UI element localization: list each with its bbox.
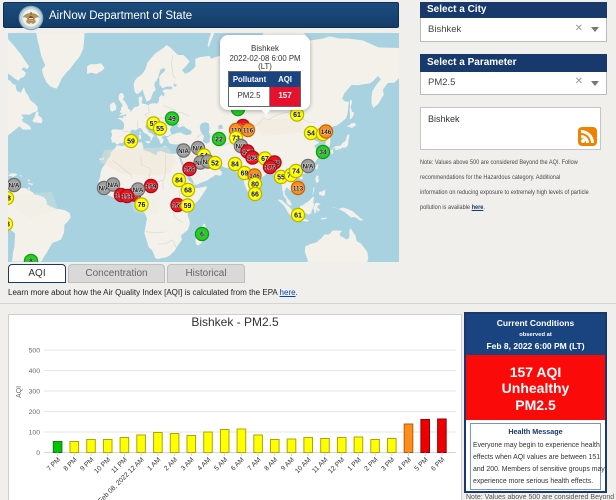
svg-text:61: 61 [294, 212, 302, 219]
svg-text:8: 8 [29, 258, 33, 262]
svg-text:159: 159 [146, 183, 157, 190]
svg-text:116: 116 [243, 127, 254, 134]
svg-text:6: 6 [200, 231, 204, 238]
svg-text:66: 66 [251, 191, 259, 198]
svg-text:76: 76 [138, 202, 146, 209]
svg-text:54: 54 [307, 130, 315, 137]
svg-text:58: 58 [8, 221, 10, 228]
svg-text:61: 61 [293, 112, 301, 119]
svg-text:151: 151 [122, 193, 133, 200]
svg-text:55: 55 [156, 126, 164, 133]
svg-text:175: 175 [265, 164, 276, 171]
svg-text:N/A: N/A [178, 148, 189, 155]
svg-text:Bishkek - PM2.5: Bishkek - PM2.5 [191, 315, 279, 329]
svg-text:59: 59 [127, 138, 135, 145]
svg-text:52: 52 [211, 160, 219, 167]
svg-text:84: 84 [231, 161, 239, 168]
svg-text:400: 400 [29, 368, 41, 375]
svg-text:146: 146 [321, 129, 332, 136]
svg-text:100: 100 [29, 430, 41, 437]
svg-text:68: 68 [184, 187, 192, 194]
svg-text:74: 74 [292, 168, 300, 175]
svg-text:59: 59 [184, 203, 192, 210]
svg-text:N/A: N/A [108, 182, 119, 189]
svg-text:AQI: AQI [16, 386, 23, 398]
svg-text:N/A: N/A [133, 187, 144, 194]
svg-text:22: 22 [215, 136, 223, 143]
svg-text:0: 0 [36, 450, 40, 457]
svg-text:84: 84 [175, 177, 183, 184]
svg-text:N/A: N/A [303, 163, 314, 170]
svg-text:69: 69 [241, 170, 249, 177]
svg-text:49: 49 [168, 116, 176, 123]
svg-text:300: 300 [29, 389, 41, 396]
svg-text:113: 113 [293, 185, 304, 192]
svg-text:500: 500 [29, 348, 41, 355]
svg-text:156: 156 [184, 166, 195, 173]
svg-text:34: 34 [319, 149, 327, 156]
svg-text:N/A: N/A [9, 182, 20, 189]
svg-text:68: 68 [8, 195, 11, 202]
svg-text:163: 163 [247, 155, 258, 162]
svg-text:200: 200 [29, 409, 41, 416]
